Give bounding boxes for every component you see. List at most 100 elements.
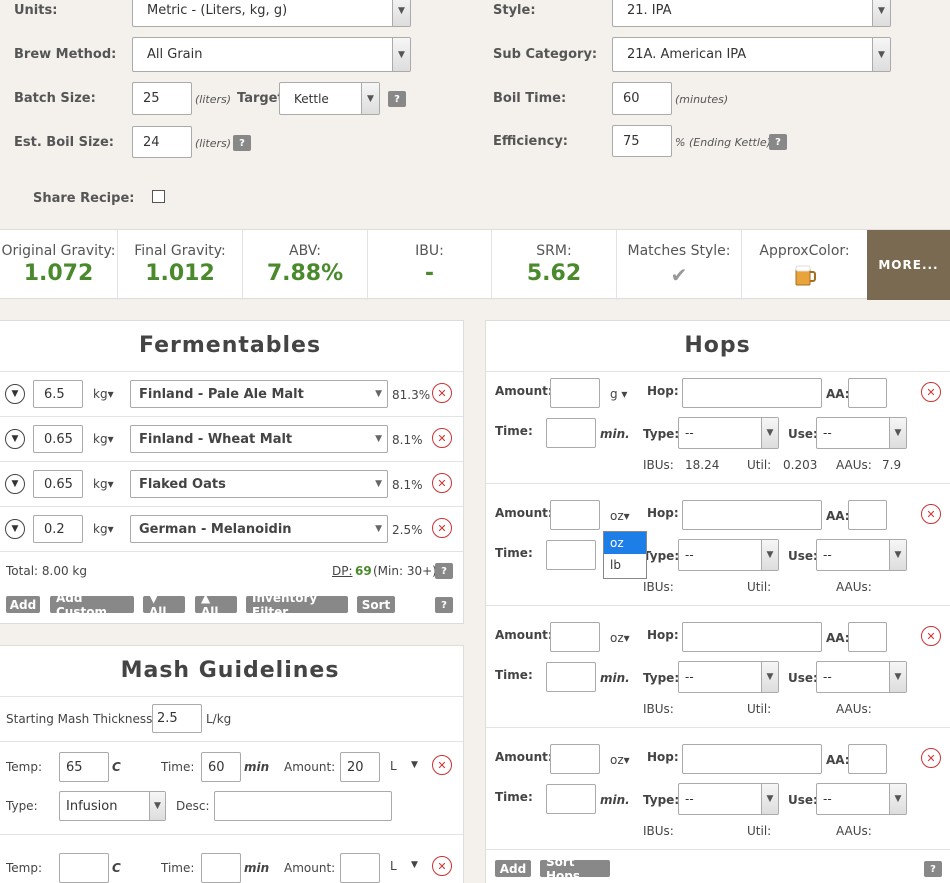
remove-icon[interactable]: ✕ bbox=[432, 518, 452, 538]
hop-time-input[interactable] bbox=[546, 662, 596, 692]
hop-type-select[interactable]: -- ▼ bbox=[678, 783, 779, 815]
fermentable-select[interactable]: Finland - Pale Ale Malt ▼ bbox=[130, 380, 388, 408]
style-select[interactable]: 21. IPA ▼ bbox=[612, 0, 891, 27]
stat-ibu: IBU: - bbox=[368, 230, 492, 300]
more-button[interactable]: MORE... bbox=[867, 230, 950, 300]
hop-name-input[interactable] bbox=[682, 500, 822, 530]
mash-temp-input[interactable]: 65 bbox=[59, 752, 109, 782]
hop-amount-input[interactable] bbox=[550, 378, 600, 408]
remove-icon[interactable]: ✕ bbox=[432, 428, 452, 448]
boil-size-help-icon[interactable]: ? bbox=[233, 135, 251, 151]
hop-type-label: Type: bbox=[643, 427, 680, 441]
mash-amount-input[interactable] bbox=[340, 853, 380, 883]
hop-amount-input[interactable] bbox=[550, 744, 600, 774]
hop-aa-input[interactable] bbox=[848, 622, 887, 652]
hop-name-input[interactable] bbox=[682, 378, 822, 408]
remove-icon[interactable]: ✕ bbox=[432, 473, 452, 493]
hop-aa-input[interactable] bbox=[848, 500, 887, 530]
hops-help-icon[interactable]: ? bbox=[924, 861, 942, 877]
mash-amount-unit-select[interactable]: L bbox=[390, 859, 397, 873]
target-select[interactable]: Kettle ▼ bbox=[279, 82, 380, 115]
hop-unit-select[interactable]: oz▾ bbox=[610, 631, 630, 645]
mash-amount-input[interactable]: 20 bbox=[340, 752, 380, 782]
fermentable-unit-select[interactable]: kg▾ bbox=[93, 387, 114, 401]
add-hop-button[interactable]: Add bbox=[495, 860, 531, 877]
boil-size-input[interactable]: 24 bbox=[132, 126, 192, 158]
expand-down-icon[interactable]: ▼ bbox=[5, 384, 25, 404]
sort-hops-button[interactable]: Sort Hops bbox=[540, 855, 610, 883]
hop-name-input[interactable] bbox=[682, 744, 822, 774]
mash-time-input[interactable] bbox=[201, 853, 241, 883]
sub-category-select[interactable]: 21A. American IPA ▼ bbox=[612, 37, 891, 72]
inventory-filter-button[interactable]: Inventory Filter bbox=[246, 591, 348, 619]
efficiency-help-icon[interactable]: ? bbox=[769, 134, 787, 150]
expand-down-icon[interactable]: ▼ bbox=[5, 429, 25, 449]
remove-icon[interactable]: ✕ bbox=[432, 755, 452, 775]
brew-method-select[interactable]: All Grain ▼ bbox=[132, 37, 411, 72]
dropdown-option-lb[interactable]: lb bbox=[604, 554, 646, 576]
fermentable-select[interactable]: Flaked Oats ▼ bbox=[130, 470, 388, 498]
fermentable-amount-input[interactable]: 0.2 bbox=[33, 515, 83, 543]
remove-icon[interactable]: ✕ bbox=[921, 504, 941, 524]
remove-icon[interactable]: ✕ bbox=[921, 748, 941, 768]
hop-amount-input[interactable] bbox=[550, 622, 600, 652]
hop-util-value: 0.203 bbox=[783, 458, 818, 472]
hop-use-select[interactable]: -- ▼ bbox=[816, 661, 907, 693]
hop-use-select[interactable]: -- ▼ bbox=[816, 417, 907, 449]
expand-down-icon[interactable]: ▼ bbox=[5, 519, 25, 539]
hop-aa-input[interactable] bbox=[848, 744, 887, 774]
collapse-all-button[interactable]: ▲ All bbox=[195, 591, 237, 619]
fermentable-select[interactable]: German - Melanoidin ▼ bbox=[130, 515, 388, 543]
chevron-down-icon: ▼ bbox=[761, 662, 778, 692]
fermentable-unit-select[interactable]: kg▾ bbox=[93, 522, 114, 536]
hop-type-select[interactable]: -- ▼ bbox=[678, 661, 779, 693]
expand-all-button[interactable]: ▼ All bbox=[143, 591, 185, 619]
hop-unit-select[interactable]: g ▾ bbox=[610, 387, 627, 401]
mash-type-select[interactable]: Infusion ▼ bbox=[59, 791, 166, 821]
hop-type-select[interactable]: -- ▼ bbox=[678, 539, 779, 571]
remove-icon[interactable]: ✕ bbox=[432, 383, 452, 403]
dropdown-option-oz[interactable]: oz bbox=[604, 532, 646, 554]
boil-size-label: Est. Boil Size: bbox=[14, 135, 114, 150]
hop-unit-select[interactable]: oz▾ bbox=[610, 753, 630, 767]
remove-icon[interactable]: ✕ bbox=[921, 382, 941, 402]
hop-time-input[interactable] bbox=[546, 540, 596, 570]
hop-use-select[interactable]: -- ▼ bbox=[816, 539, 907, 571]
mash-amount-unit-select[interactable]: L bbox=[390, 759, 397, 773]
add-custom-button[interactable]: Add Custom bbox=[50, 591, 134, 619]
mash-desc-input[interactable] bbox=[214, 791, 392, 821]
fermentable-unit-select[interactable]: kg▾ bbox=[93, 432, 114, 446]
hop-type-select[interactable]: -- ▼ bbox=[678, 417, 779, 449]
remove-icon[interactable]: ✕ bbox=[432, 856, 452, 876]
fermentable-amount-input[interactable]: 6.5 bbox=[33, 380, 83, 408]
mash-time-input[interactable]: 60 bbox=[201, 752, 241, 782]
hop-aa-input[interactable] bbox=[848, 378, 887, 408]
target-help-icon[interactable]: ? bbox=[388, 91, 406, 107]
efficiency-input[interactable]: 75 bbox=[612, 125, 672, 157]
fermentable-unit-select[interactable]: kg▾ bbox=[93, 477, 114, 491]
hop-time-input[interactable] bbox=[546, 784, 596, 814]
hop-name-input[interactable] bbox=[682, 622, 822, 652]
fermentable-select[interactable]: Finland - Wheat Malt ▼ bbox=[130, 425, 388, 453]
sort-fermentables-button[interactable]: Sort bbox=[357, 596, 395, 613]
units-select[interactable]: Metric - (Liters, kg, g) ▼ bbox=[132, 0, 411, 27]
fermentable-amount-input[interactable]: 0.65 bbox=[33, 425, 83, 453]
dp-help-icon[interactable]: ? bbox=[435, 563, 453, 579]
batch-size-input[interactable]: 25 bbox=[132, 82, 192, 115]
fermentables-help-icon[interactable]: ? bbox=[435, 597, 453, 613]
share-recipe-checkbox[interactable] bbox=[152, 190, 165, 203]
mash-temp-unit: C bbox=[112, 861, 121, 875]
boil-time-input[interactable]: 60 bbox=[612, 82, 672, 115]
mash-temp-input[interactable] bbox=[59, 853, 109, 883]
expand-down-icon[interactable]: ▼ bbox=[5, 474, 25, 494]
boil-time-label: Boil Time: bbox=[493, 91, 567, 106]
hop-amount-input[interactable] bbox=[550, 500, 600, 530]
fermentable-amount-input[interactable]: 0.65 bbox=[33, 470, 83, 498]
mash-thickness-input[interactable]: 2.5 bbox=[152, 704, 202, 733]
hop-unit-select[interactable]: oz▾ bbox=[610, 509, 630, 523]
hop-time-input[interactable] bbox=[546, 418, 596, 448]
caret-down-icon: ▼ bbox=[375, 524, 382, 534]
remove-icon[interactable]: ✕ bbox=[921, 626, 941, 646]
hop-use-select[interactable]: -- ▼ bbox=[816, 783, 907, 815]
add-fermentable-button[interactable]: Add bbox=[6, 596, 40, 613]
